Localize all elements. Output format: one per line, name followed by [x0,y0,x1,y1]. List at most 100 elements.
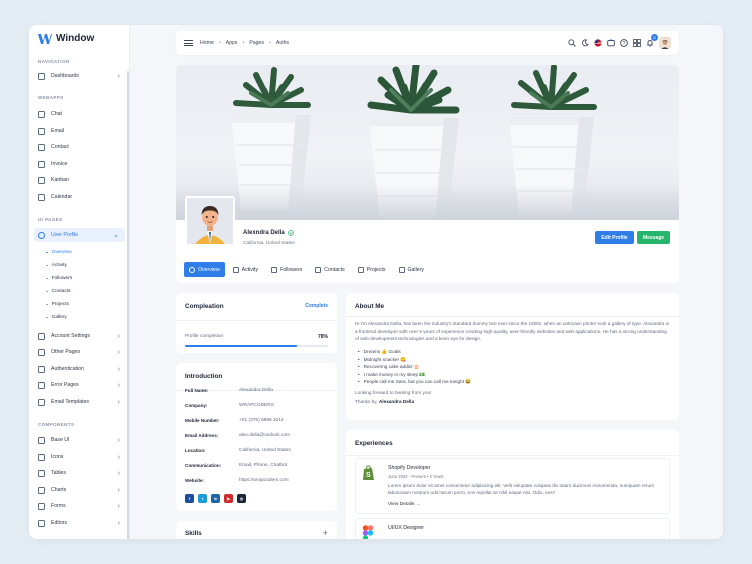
sidebar-item-user-profile[interactable]: User Profile ⌄ [34,228,125,242]
twitter-icon[interactable]: t [198,494,207,503]
sidebar-scrollbar[interactable] [127,71,129,539]
github-icon[interactable]: ◎ [237,494,246,503]
user-icon [38,231,45,239]
breadcrumb-apps[interactable]: Apps [226,40,238,46]
sidebar-item-other-pages[interactable]: Other Pages › [38,345,126,359]
info-row-mobile: Mobile Number: +01 (375) 5896 3214 [185,418,284,423]
sidebar-subitem-contacts[interactable]: Contacts [46,289,71,294]
menu-toggle-icon[interactable] [184,40,193,46]
sidebar-item-authentication[interactable]: Authentication › [38,362,126,376]
brand-logo[interactable]: Window [38,33,94,44]
divider [176,320,337,321]
breadcrumb-home[interactable]: Home [200,40,214,46]
tab-activity[interactable]: Activity [228,262,263,277]
alert-icon [38,381,45,389]
profile-name: Alexndra Della [243,230,285,236]
activity-icon [232,266,239,273]
tab-overview[interactable]: Overview [184,262,225,277]
table-icon [38,469,45,477]
help-icon[interactable]: ? [620,39,628,47]
info-row-location: Location: California, United States [185,448,291,453]
gallery-icon [398,266,405,273]
widgets-icon[interactable] [633,39,641,47]
sidebar-item-forms[interactable]: Forms › [38,499,126,513]
edit-icon [38,519,45,527]
divider [346,455,679,456]
tab-followers[interactable]: Followers [266,262,307,277]
mail-icon [38,127,45,135]
info-row-communication: Communication: Email, Phone, Chatbot [185,463,287,468]
sidebar-item-kanban[interactable]: Kanban [38,173,126,187]
youtube-icon[interactable]: ▶ [224,494,233,503]
svg-text:S: S [366,472,371,479]
bell-icon[interactable]: 5 [646,34,658,47]
facebook-icon[interactable]: f [185,494,194,503]
sidebar-item-calendar[interactable]: Calendar [38,190,126,204]
notification-badge: 5 [651,34,658,41]
sidebar-item-invoice[interactable]: Invoice [38,157,126,171]
tab-gallery[interactable]: Gallery [394,262,429,277]
breadcrumb-auths[interactable]: Auths [276,40,289,46]
skills-card: Skills + [176,521,337,539]
contacts-icon [315,266,322,273]
sidebar: Window NAVIGATION Dashboards › WEBAPPS Ch… [29,25,130,539]
edit-profile-button[interactable]: Edit Profile [595,231,634,244]
linkedin-icon[interactable]: in [211,494,220,503]
sidebar-subitem-overview[interactable]: Overview [46,250,72,255]
list-item: I make money in my sleep 💵 [358,371,471,379]
moon-icon[interactable] [581,39,589,47]
about-text: Hi I'm Alexandra Della, has been the ind… [355,321,669,341]
sidebar-item-base-ui[interactable]: Base UI › [38,433,126,447]
sidebar-item-dashboards[interactable]: Dashboards › [38,69,126,83]
sidebar-item-account-settings[interactable]: Account Settings › [38,329,126,343]
view-details-link[interactable]: View Details → [388,502,420,507]
message-button[interactable]: Message [637,231,670,244]
sidebar-subitem-followers[interactable]: Followers [46,276,73,281]
completion-progress-fill [185,345,297,347]
about-bullets: Dreams 👍 Goals Midnight snacker 😋 Recove… [358,348,471,386]
dashboard-icon [38,72,45,80]
profile-location: California, United States [243,241,295,246]
sidebar-item-contact[interactable]: Contact [38,140,126,154]
apps-grid-icon[interactable] [607,39,615,47]
sidebar-item-charts[interactable]: Charts › [38,483,126,497]
info-row-company: Company: WRAPCODERS [185,403,274,408]
complete-link[interactable]: Complete [305,303,328,309]
sidebar-item-editors[interactable]: Editors › [38,516,126,530]
completion-progress-track [185,345,328,347]
breadcrumb-separator: • [269,40,271,46]
projects-icon [357,266,364,273]
sidebar-subitem-gallery[interactable]: Gallery [46,315,67,320]
shopify-icon: S [362,465,376,480]
sidebar-item-email[interactable]: Email [38,124,126,138]
chevron-right-icon: › [117,486,120,494]
completion-card: Compleation Complete Profile completion … [176,293,337,353]
search-icon[interactable] [568,39,576,47]
sidebar-item-email-templates[interactable]: Email Templates › [38,395,126,409]
chat-icon [38,110,45,118]
top-bar: Home • Apps • Pages • Auths ? 5 [176,31,679,55]
tab-projects[interactable]: Projects [353,262,391,277]
plus-icon[interactable]: + [323,528,328,538]
chevron-down-icon: ⌄ [113,232,119,239]
chevron-right-icon: › [117,436,120,444]
profile-avatar[interactable] [185,196,235,246]
sidebar-item-icons[interactable]: Icons › [38,450,126,464]
tab-contacts[interactable]: Contacts [310,262,349,277]
flag-us-icon[interactable] [594,39,602,47]
form-icon [38,502,45,510]
sidebar-item-tables[interactable]: Tables › [38,466,126,480]
breadcrumb-pages[interactable]: Pages [249,40,264,46]
template-icon [38,398,45,406]
sidebar-item-chat[interactable]: Chat [38,107,126,121]
section-label-navigation: NAVIGATION [38,59,70,64]
sidebar-item-error-pages[interactable]: Error Pages › [38,378,126,392]
user-avatar[interactable] [659,37,671,49]
experience-meta: June 2022 - Present • 2 Years [388,474,444,479]
list-item: People call me Sara, but you can call me… [358,378,471,386]
sidebar-subitem-activity[interactable]: Activity [46,263,67,268]
sidebar-subitem-projects[interactable]: Projects [46,302,69,307]
profile-header-card: Alexndra Della California, United States… [176,65,679,283]
section-label-uipages: UI PAGES [38,217,63,222]
breadcrumb-separator: • [218,40,221,46]
